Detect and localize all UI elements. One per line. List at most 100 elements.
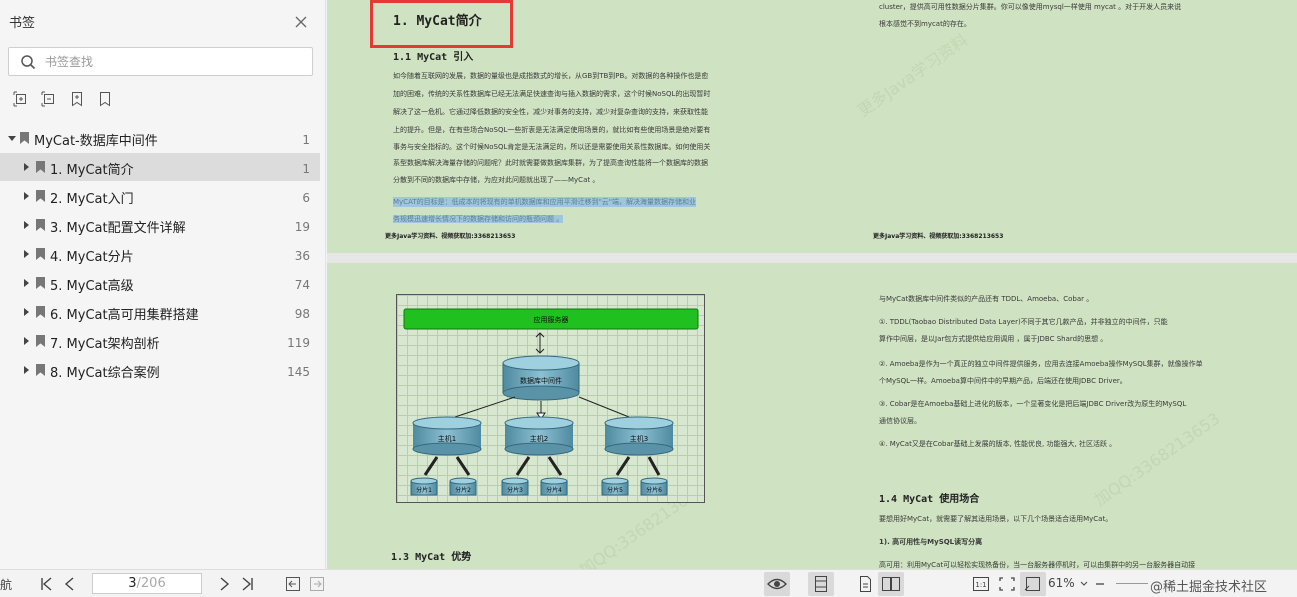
- chevron-right-icon[interactable]: [24, 250, 29, 258]
- chevron-right-icon[interactable]: [24, 279, 29, 287]
- diagram-label: 分片5: [607, 486, 623, 494]
- search-icon: [20, 54, 36, 74]
- first-page-icon[interactable]: [38, 574, 54, 594]
- bookmark-page-number: 119: [287, 336, 310, 350]
- bookmark-page-number: 6: [302, 191, 310, 205]
- chevron-right-icon[interactable]: [24, 337, 29, 345]
- brand-watermark: @稀土掘金技术社区: [1150, 580, 1268, 595]
- bookmark-icon[interactable]: [97, 91, 113, 107]
- bookmark-label: MyCat-数据库中间件: [34, 134, 158, 149]
- body-line: 1). 高可用性与MySQL读写分离: [879, 538, 983, 546]
- close-icon[interactable]: [294, 14, 308, 28]
- bookmark-label: 6. MyCat高可用集群搭建: [50, 308, 199, 323]
- body-line: 与MyCat数据库中间件类似的产品还有 TDDL、Amoeba、Cobar 。: [879, 295, 1094, 303]
- bookmark-label: 5. MyCat高级: [50, 279, 134, 294]
- actual-size-icon[interactable]: 1:1: [968, 572, 994, 596]
- continuous-scroll-icon[interactable]: [808, 572, 834, 596]
- last-page-icon[interactable]: [240, 574, 256, 594]
- document-page: 加QQ:3368213653 加QQ:3368213653 应用服务器 数据库中…: [327, 263, 1297, 569]
- bookmark-item[interactable]: 5. MyCat高级 74: [0, 269, 320, 297]
- bookmark-page-number: 98: [294, 307, 310, 321]
- bookmark-item[interactable]: 3. MyCat配置文件详解 19: [0, 211, 320, 239]
- diagram-label: 分片4: [546, 486, 562, 494]
- body-line: 分散到不同的数据库中存储，为应对此问题就出现了——MyCat 。: [393, 176, 600, 184]
- zoom-slider[interactable]: [1116, 583, 1148, 584]
- bookmark-page-number: 19: [294, 220, 310, 234]
- chevron-right-icon[interactable]: [24, 192, 29, 200]
- double-arrow: [535, 332, 545, 354]
- chevron-right-icon[interactable]: [24, 366, 29, 374]
- bookmark-item[interactable]: 8. MyCat综合案例 145: [0, 356, 320, 384]
- chevron-right-icon[interactable]: [24, 308, 29, 316]
- bookmark-item[interactable]: 2. MyCat入门 6: [0, 182, 320, 210]
- bookmark-item[interactable]: 7. MyCat架构剖析 119: [0, 327, 320, 355]
- bookmark-search-input[interactable]: [45, 52, 305, 72]
- body-line: 通信协议层。: [879, 417, 921, 425]
- highlighted-text: 务规模迅速增长情况下的数据存储和访问的瓶颈问题 。: [393, 214, 564, 224]
- bookmark-label: 8. MyCat综合案例: [50, 366, 160, 381]
- bookmark-icon: [36, 190, 45, 202]
- section-heading: 1.4 MyCat 使用场合: [879, 494, 980, 505]
- chevron-down-icon[interactable]: [8, 136, 16, 141]
- body-line: ①. TDDL(Taobao Distributed Data Layer)不同…: [879, 318, 1168, 326]
- diagram-label: 应用服务器: [534, 315, 569, 324]
- bookmark-label: 3. MyCat配置文件详解: [50, 221, 186, 236]
- eye-protection-icon[interactable]: [764, 572, 790, 596]
- back-icon[interactable]: [284, 574, 302, 594]
- forward-icon[interactable]: [308, 574, 326, 594]
- body-line: 系型数据库解决海量存储的问题呢？此时就需要做数据库集群，为了提高查询性能将一个数…: [393, 159, 708, 167]
- zoom-level[interactable]: 61%: [1048, 576, 1075, 596]
- next-page-icon[interactable]: [216, 574, 232, 594]
- page-number-input[interactable]: 3/206: [92, 573, 202, 594]
- bookmark-icon: [20, 132, 29, 144]
- chevron-right-icon[interactable]: [24, 163, 29, 171]
- bookmark-page-number: 74: [294, 278, 310, 292]
- fit-width-icon[interactable]: [1020, 572, 1046, 596]
- arrow: [423, 456, 661, 476]
- bookmark-item[interactable]: 4. MyCat分片 36: [0, 240, 320, 268]
- body-line: 根本感觉不到mycat的存在。: [879, 20, 971, 28]
- watermark: 更多Java学习资料: [854, 30, 972, 121]
- section-heading: 1.1 MyCat 引入: [393, 52, 474, 63]
- two-page-icon[interactable]: [878, 572, 904, 596]
- page-footer: 更多Java学习资料、视频获取加:3368213653: [385, 233, 516, 240]
- body-line: 上的提升。但是，在有些场合NoSQL一些折衷是无法满足使用场景的，就比如有些使用…: [393, 126, 711, 134]
- single-page-icon[interactable]: [852, 572, 878, 596]
- diagram-canvas: 应用服务器 数据库中间件 主机1 主机2 主机3 分片1 分片2 分片3 分片4…: [403, 308, 699, 496]
- section-heading: 1.3 MyCat 优势: [391, 552, 472, 563]
- bookmark-item[interactable]: MyCat-数据库中间件 1: [0, 124, 320, 152]
- shard-dbs: [410, 477, 668, 496]
- body-line: 解决了这一危机。它通过降低数据的安全性，减少对事务的支持，减少对复杂查询的支持，…: [393, 108, 708, 116]
- body-line: 个MySQL一样。Amoeba算中间件中的早期产品，后端还在使用JDBC Dri…: [879, 377, 1127, 385]
- zoom-out-icon[interactable]: [1094, 573, 1106, 593]
- diagram-label: 主机3: [630, 434, 648, 443]
- bookmark-icon: [36, 277, 45, 289]
- chevron-right-icon[interactable]: [24, 221, 29, 229]
- bookmark-label: 1. MyCat简介: [50, 163, 134, 178]
- bookmark-search-box[interactable]: [8, 47, 313, 76]
- sidebar-title: 书签: [9, 16, 36, 31]
- body-line: cluster，提供高可用性数据分片集群。你可以像使用mysql一样使用 myc…: [879, 3, 1182, 11]
- highlighted-text: MyCAT的目标是：低成本的将现有的单机数据库和应用平滑迁移到"云"端，解决海量…: [393, 197, 697, 207]
- collapse-all-icon[interactable]: [41, 91, 57, 107]
- bookmark-label: 7. MyCat架构剖析: [50, 337, 160, 352]
- bookmark-page-number: 1: [302, 162, 310, 176]
- expand-all-icon[interactable]: [13, 91, 29, 107]
- add-bookmark-icon[interactable]: [69, 91, 85, 107]
- bookmark-item[interactable]: 6. MyCat高可用集群搭建 98: [0, 298, 320, 326]
- bookmark-item[interactable]: 1. MyCat简介 1: [0, 153, 320, 181]
- diagram-label: 数据库中间件: [520, 376, 562, 385]
- prev-page-icon[interactable]: [62, 574, 78, 594]
- current-page: 3: [128, 576, 137, 591]
- body-line: 算作中间层，是以Jar包方式提供给应用调用 ，属于JDBC Shard的思想 。: [879, 335, 1108, 343]
- bottom-toolbar: 航 3/206 1:1 61% @稀土掘金技术社区: [0, 569, 1297, 597]
- zoom-dropdown-icon[interactable]: [1079, 573, 1089, 593]
- document-view[interactable]: 更多Java学习资料 1. MyCat简介 1.1 MyCat 引入 如今随着互…: [327, 0, 1297, 569]
- fit-page-icon[interactable]: [994, 572, 1020, 596]
- svg-text:1:1: 1:1: [975, 581, 986, 589]
- body-line: ②. Amoeba是作为一个真正的独立中间件提供服务，应用去连接Amoeba操作…: [879, 360, 1203, 368]
- pdf-reader-window: 书签 MyCat-数据库中间件 1 1. MyCat简介 1 2. MyCat入门: [0, 0, 1297, 597]
- body-line: ③. Cobar是在Amoeba基础上进化的版本，一个显著变化是把后端JDBC …: [879, 400, 1187, 408]
- diagram-label: 分片2: [455, 486, 471, 494]
- total-pages: /206: [136, 576, 166, 591]
